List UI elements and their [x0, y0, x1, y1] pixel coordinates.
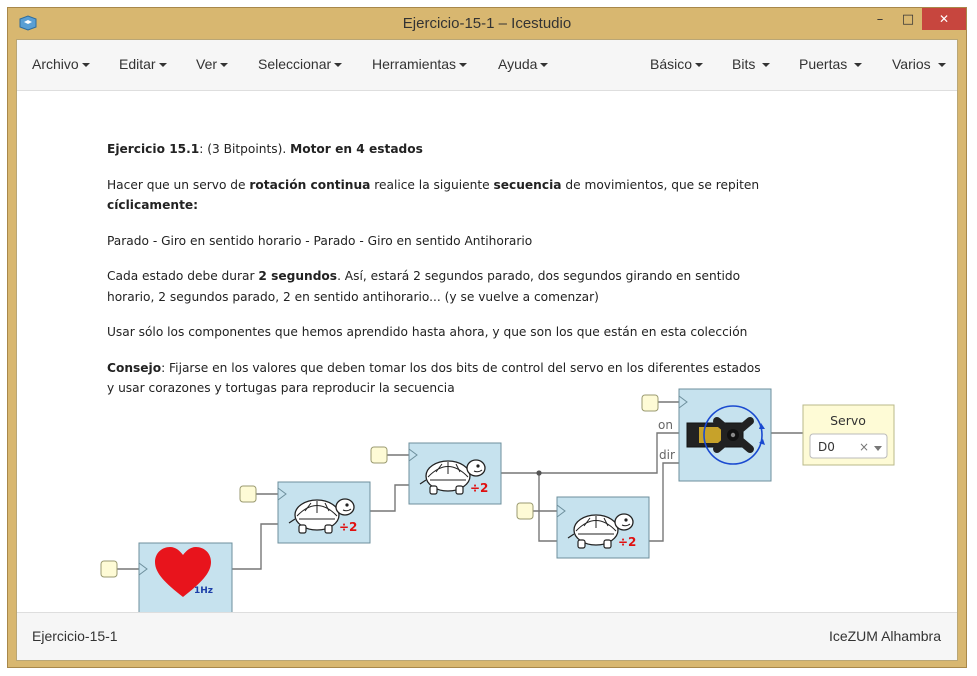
menu-puertas[interactable]: Puertas — [799, 56, 863, 72]
caret-down-icon — [937, 63, 946, 68]
menu-bits[interactable]: Bits — [732, 56, 771, 72]
menu-label: Editar — [119, 56, 156, 72]
status-bar: Ejercicio-15-1 IceZUM Alhambra — [17, 612, 957, 660]
menu-bar: Archivo Editar Ver Seleccionar Herramien… — [17, 40, 957, 91]
project-name: Ejercicio-15-1 — [32, 628, 118, 644]
caret-down-icon — [459, 63, 468, 68]
caret-down-icon — [158, 63, 167, 68]
clear-icon[interactable]: × — [859, 440, 869, 454]
maximize-button[interactable]: □ — [894, 8, 922, 30]
menu-label: Ver — [196, 56, 218, 72]
clock-input[interactable] — [370, 446, 388, 464]
menu-label: Puertas — [799, 56, 848, 72]
caret-down-icon — [695, 63, 704, 68]
port-label-on: on — [658, 418, 673, 432]
menu-herramientas[interactable]: Herramientas — [372, 56, 468, 72]
menu-label: Seleccionar — [258, 56, 332, 72]
clock-input[interactable] — [239, 485, 257, 503]
board-name[interactable]: IceZUM Alhambra — [829, 628, 941, 644]
clock-input[interactable] — [516, 502, 534, 520]
clock-input[interactable] — [100, 560, 118, 578]
close-button[interactable]: ✕ — [922, 8, 966, 30]
design-canvas[interactable]: Ejercicio 15.1: (3 Bitpoints). Motor en … — [17, 91, 957, 612]
servo-output-pin[interactable]: Servo D0 × — [802, 404, 895, 466]
app-window: Ejercicio-15-1 – Icestudio – □ ✕ Archivo… — [7, 7, 967, 668]
clock-input[interactable] — [641, 394, 659, 412]
prescaler-block[interactable]: ÷2 — [556, 496, 650, 559]
title-bar: Ejercicio-15-1 – Icestudio – □ ✕ — [8, 8, 966, 40]
menu-archivo[interactable]: Archivo — [32, 56, 90, 72]
window-title: Ejercicio-15-1 – Icestudio — [402, 15, 572, 32]
caret-down-icon — [334, 63, 343, 68]
minimize-icon: – — [876, 11, 884, 27]
output-title: Servo — [830, 413, 866, 428]
caret-down-icon — [762, 63, 771, 68]
caret-down-icon — [81, 63, 90, 68]
divider-label: ÷2 — [470, 481, 488, 495]
caret-down-icon — [540, 63, 549, 68]
menu-ayuda[interactable]: Ayuda — [498, 56, 549, 72]
pin-select[interactable]: D0 × — [809, 433, 888, 459]
servo-controller-block[interactable]: on dir — [658, 388, 772, 482]
app-content: Archivo Editar Ver Seleccionar Herramien… — [16, 39, 958, 661]
menu-varios[interactable]: Varios — [892, 56, 946, 72]
menu-label: Herramientas — [372, 56, 457, 72]
prescaler-block[interactable]: ÷2 — [408, 442, 502, 505]
menu-ver[interactable]: Ver — [196, 56, 229, 72]
maximize-icon: □ — [901, 11, 915, 27]
menu-label: Archivo — [32, 56, 79, 72]
caret-down-icon — [220, 63, 229, 68]
menu-label: Ayuda — [498, 56, 538, 72]
divider-label: ÷2 — [618, 535, 636, 549]
pin-value: D0 — [818, 440, 835, 454]
heart-block[interactable]: 1Hz — [138, 542, 233, 612]
minimize-button[interactable]: – — [866, 8, 894, 30]
circuit-diagram: 1Hz ÷2 ÷2 ÷2 on dir Servo D0 × — [100, 388, 895, 612]
divider-label: ÷2 — [339, 520, 357, 534]
menu-editar[interactable]: Editar — [119, 56, 167, 72]
menu-label: Bits — [732, 56, 756, 72]
prescaler-block[interactable]: ÷2 — [277, 481, 371, 544]
menu-label: Básico — [650, 56, 693, 72]
menu-label: Varios — [892, 56, 931, 72]
port-label-dir: dir — [659, 448, 675, 462]
wire-junction — [536, 470, 542, 476]
menu-basico[interactable]: Básico — [650, 56, 704, 72]
menu-seleccionar[interactable]: Seleccionar — [258, 56, 343, 72]
close-icon: ✕ — [938, 12, 950, 26]
frequency-label: 1Hz — [194, 586, 213, 596]
caret-down-icon — [854, 63, 863, 68]
